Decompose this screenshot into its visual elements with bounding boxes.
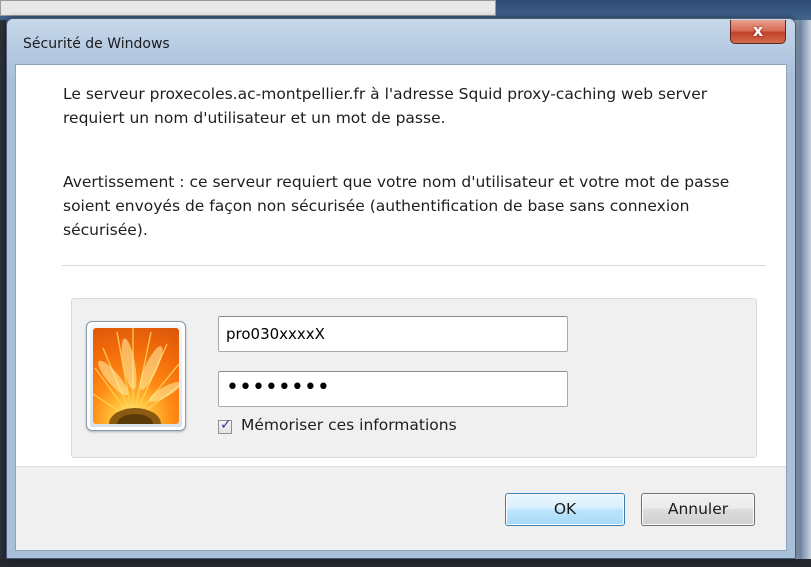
ok-button[interactable]: OK xyxy=(505,493,625,526)
dialog-body: Le serveur proxecoles.ac-montpellier.fr … xyxy=(15,64,787,551)
user-avatar xyxy=(86,321,186,431)
remember-label[interactable]: Mémoriser ces informations xyxy=(241,416,457,434)
credential-tile: pro030xxxxX •••••••• ✓ Mémoriser ces inf… xyxy=(71,298,757,458)
button-bar: OK Annuler xyxy=(16,466,786,550)
separator xyxy=(62,265,766,266)
username-field[interactable]: pro030xxxxX xyxy=(218,316,568,352)
remember-checkbox[interactable]: ✓ xyxy=(218,417,232,434)
flower-user-tile-icon-graphic xyxy=(93,328,179,424)
background-bottom-edge xyxy=(0,559,811,567)
title-bar[interactable]: Sécurité de Windows x xyxy=(7,19,795,64)
cancel-button[interactable]: Annuler xyxy=(641,493,755,526)
server-message: Le serveur proxecoles.ac-montpellier.fr … xyxy=(63,85,708,127)
security-warning: Avertissement : ce serveur requiert que … xyxy=(63,173,730,239)
flower-user-tile-icon xyxy=(93,328,179,424)
checkmark-icon: ✓ xyxy=(220,417,232,433)
close-button[interactable]: x xyxy=(730,20,786,44)
windows-security-dialog: Sécurité de Windows x Le serveur proxeco… xyxy=(6,18,796,559)
background-tab xyxy=(0,0,496,16)
password-field[interactable]: •••••••• xyxy=(218,371,568,407)
close-icon: x xyxy=(752,21,764,40)
dialog-title: Sécurité de Windows xyxy=(23,36,170,52)
